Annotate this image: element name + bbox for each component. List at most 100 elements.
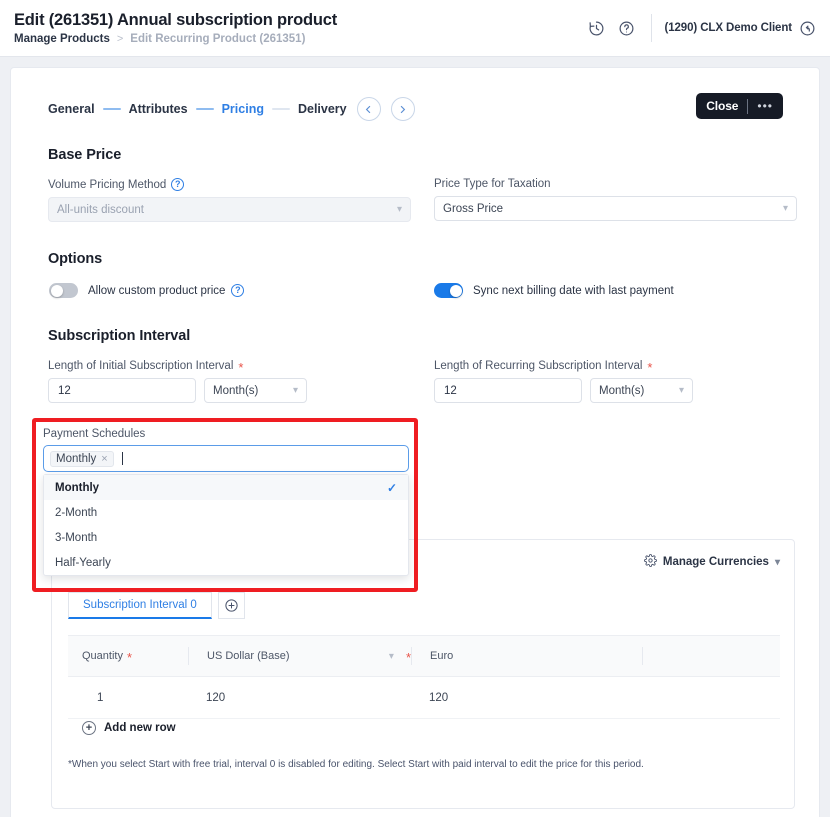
option-label: 3-Month	[55, 531, 98, 544]
back-arrow-icon[interactable]	[799, 20, 816, 37]
dropdown-option-monthly[interactable]: Monthly ✓	[44, 475, 408, 500]
recurring-interval-controls: 12 Month(s) ▾	[434, 378, 693, 403]
plus-circle-icon: +	[82, 721, 96, 735]
option-label: Half-Yearly	[55, 556, 111, 569]
recurring-interval-input[interactable]: 12	[434, 378, 582, 403]
plus-circle-icon[interactable]	[217, 592, 245, 619]
tab-subscription-interval-0[interactable]: Subscription Interval 0	[68, 592, 212, 619]
required-asterisk: *	[405, 650, 411, 665]
initial-interval-input[interactable]: 12	[48, 378, 196, 403]
price-type-label: Price Type for Taxation	[434, 178, 551, 190]
cell-quantity[interactable]: 1	[68, 692, 188, 704]
initial-interval-label: Length of Initial Subscription Interval …	[48, 360, 244, 375]
sync-billing-date-toggle[interactable]	[434, 283, 463, 298]
option-sync-billing-date: Sync next billing date with last payment	[434, 283, 674, 298]
breadcrumb-current: Edit Recurring Product (261351)	[130, 33, 306, 45]
header-divider	[642, 647, 643, 665]
section-title-base-price: Base Price	[48, 147, 122, 163]
text-cursor	[121, 452, 123, 465]
field-volume-pricing-method: Volume Pricing Method ? All-units discou…	[48, 178, 411, 222]
recurring-interval-unit-select[interactable]: Month(s) ▾	[590, 378, 693, 403]
close-button[interactable]: Close •••	[696, 93, 783, 119]
pricing-table-card: Manage Currencies ▾ Subscription Interva…	[51, 539, 795, 809]
volume-pricing-method-select[interactable]: All-units discount ▾	[48, 197, 411, 222]
main-content-card: General Attributes Pricing Delivery Clos…	[10, 67, 820, 817]
required-asterisk: *	[126, 650, 133, 665]
toggle-knob	[50, 284, 63, 297]
more-options-icon[interactable]: •••	[757, 100, 773, 112]
required-asterisk: *	[647, 360, 653, 375]
step-connector	[195, 108, 214, 110]
chevron-right-icon[interactable]	[390, 97, 415, 121]
table-row: 1 120 120	[68, 677, 780, 719]
dropdown-option-2-month[interactable]: 2-Month	[44, 500, 408, 525]
help-question-icon[interactable]	[611, 13, 641, 43]
chevron-down-icon: ▾	[396, 204, 402, 215]
price-type-select[interactable]: Gross Price ▾	[434, 196, 797, 221]
client-name-label: (1290) CLX Demo Client	[664, 22, 792, 34]
dropdown-option-half-yearly[interactable]: Half-Yearly	[44, 550, 408, 575]
add-new-row-label: Add new row	[104, 722, 176, 734]
step-navigation: General Attributes Pricing Delivery	[48, 97, 415, 121]
initial-interval-unit-value: Month(s)	[213, 384, 259, 397]
initial-interval-unit-select[interactable]: Month(s) ▾	[204, 378, 307, 403]
volume-pricing-method-value: All-units discount	[57, 203, 144, 216]
chevron-down-icon: ▾	[774, 556, 780, 568]
dropdown-option-3-month[interactable]: 3-Month	[44, 525, 408, 550]
price-type-value: Gross Price	[443, 202, 504, 215]
recurring-interval-unit-value: Month(s)	[599, 384, 645, 397]
column-header-euro: Euro	[430, 650, 454, 662]
page-title: Edit (261351) Annual subscription produc…	[14, 11, 338, 29]
add-new-row-button[interactable]: + Add new row	[82, 721, 176, 735]
section-title-subscription-interval: Subscription Interval	[48, 328, 191, 344]
allow-custom-price-label: Allow custom product price ?	[88, 284, 245, 297]
column-header-us-dollar[interactable]: US Dollar (Base) ▾ *	[189, 647, 411, 665]
cell-euro[interactable]: 120	[411, 692, 641, 704]
gear-icon	[643, 554, 657, 570]
chevron-down-icon: ▾	[292, 385, 298, 396]
section-title-options: Options	[48, 251, 103, 267]
history-clock-icon[interactable]	[581, 13, 611, 43]
step-pricing[interactable]: Pricing	[222, 102, 264, 116]
help-question-icon[interactable]: ?	[231, 284, 245, 297]
header-right: (1290) CLX Demo Client	[581, 13, 830, 43]
field-initial-interval: Length of Initial Subscription Interval …	[48, 360, 307, 403]
column-header-quantity: Quantity *	[82, 650, 133, 665]
chevron-down-icon: ▾	[678, 385, 684, 396]
step-delivery[interactable]: Delivery	[298, 102, 347, 116]
top-header-bar: Edit (261351) Annual subscription produc…	[0, 0, 830, 57]
close-icon[interactable]: ×	[101, 453, 107, 465]
help-question-icon[interactable]: ?	[171, 178, 185, 191]
payment-schedules-multiselect[interactable]: Monthly ×	[43, 445, 409, 472]
close-button-divider	[747, 98, 749, 114]
breadcrumb-parent-link[interactable]: Manage Products	[14, 33, 110, 45]
sync-billing-date-label: Sync next billing date with last payment	[473, 284, 674, 297]
chip-label: Monthly	[56, 452, 97, 465]
cell-us-dollar[interactable]: 120	[188, 692, 411, 704]
chevron-left-icon[interactable]	[356, 97, 381, 121]
payment-schedules-label: Payment Schedules	[43, 428, 146, 440]
step-general[interactable]: General	[48, 102, 95, 116]
option-label: 2-Month	[55, 506, 98, 519]
volume-pricing-method-label: Volume Pricing Method ?	[48, 178, 411, 191]
breadcrumb-separator: >	[116, 33, 124, 45]
check-icon: ✓	[386, 480, 397, 495]
table-header-row: Quantity * US Dollar (Base) ▾ * Euro	[68, 635, 780, 677]
allow-custom-price-toggle[interactable]	[49, 283, 78, 298]
price-table: Quantity * US Dollar (Base) ▾ * Euro 1 1…	[68, 635, 780, 719]
chevron-down-icon[interactable]: ▾	[389, 651, 394, 662]
pricing-footnote: *When you select Start with free trial, …	[68, 759, 644, 770]
close-button-label: Close	[706, 99, 739, 113]
chip-monthly: Monthly ×	[50, 450, 114, 467]
manage-currencies-label: Manage Currencies	[662, 556, 769, 568]
step-connector	[271, 108, 290, 110]
step-attributes[interactable]: Attributes	[129, 102, 188, 116]
interval-tabs: Subscription Interval 0	[68, 592, 245, 619]
option-allow-custom-price: Allow custom product price ?	[49, 283, 245, 298]
manage-currencies-button[interactable]: Manage Currencies ▾	[643, 554, 780, 570]
payment-schedules-field: Payment Schedules Monthly × Monthly ✓ 2-…	[43, 428, 409, 576]
breadcrumb: Manage Products > Edit Recurring Product…	[14, 33, 581, 45]
app-root: Edit (261351) Annual subscription produc…	[0, 0, 830, 817]
required-asterisk: *	[238, 360, 244, 375]
chevron-down-icon: ▾	[782, 203, 788, 214]
